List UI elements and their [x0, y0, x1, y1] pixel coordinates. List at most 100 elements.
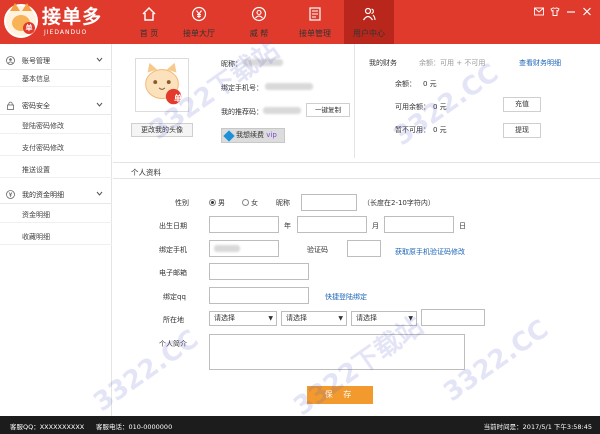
unavailable-label: 暂不可用： [395, 126, 430, 134]
bind-phone-value [214, 245, 240, 252]
profile-section-header: 个人资料 [113, 162, 600, 179]
save-button[interactable]: 保 存 [307, 386, 373, 404]
nav-weibang[interactable]: 威 帮 [234, 0, 284, 44]
vip-renew-button[interactable]: 我想续费 vip [221, 128, 285, 143]
finance-legend: 余额：可用 + 不可用 [419, 59, 486, 67]
nav-order-manage[interactable]: 接单管理 [290, 0, 340, 44]
city-select-value: 请选择 [286, 314, 307, 322]
birthday-label: 出生日期 [159, 222, 187, 230]
envelope-icon[interactable] [534, 7, 544, 16]
finance-detail-link[interactable]: 查看财务明细 [519, 58, 561, 68]
diamond-icon [223, 130, 235, 142]
withdraw-button[interactable]: 提现 [503, 123, 541, 138]
minimize-icon[interactable] [566, 7, 576, 16]
sidebar-item-label: 支付密码修改 [22, 144, 64, 152]
change-avatar-button[interactable]: 更改我的头像 [131, 123, 193, 137]
bio-label: 个人简介 [159, 340, 187, 348]
birth-month-input[interactable] [297, 216, 367, 233]
unavailable-value: 0 元 [433, 126, 447, 134]
finance-panel: 我的财务 余额：可用 + 不可用 查看财务明细 余额： 0 元 可用余额： 0 … [354, 44, 600, 158]
province-select-value: 请选择 [214, 314, 235, 322]
status-bar: 客服QQ：XXXXXXXXXX 客服电话：010-0000000 当前时间是：2… [0, 416, 600, 434]
balance-label: 余额： [395, 80, 416, 88]
close-icon[interactable] [582, 7, 592, 16]
bind-phone-label: 绑定手机 [159, 246, 187, 254]
city-select[interactable]: 请选择 ▼ [281, 311, 347, 326]
section-title: 个人资料 [131, 168, 161, 177]
footer-qq: 客服QQ：XXXXXXXXXX [10, 423, 85, 431]
app-header: 单 接单多 JIEDANDUO 首 页 接单大厅 威 帮 接单管理 用户中心 [0, 0, 600, 44]
year-label: 年 [284, 222, 291, 230]
sidebar-item-favorites[interactable]: 收藏明细 [0, 229, 112, 245]
birth-year-input[interactable] [209, 216, 279, 233]
recharge-button[interactable]: 充值 [503, 97, 541, 112]
referrer-label: 我的推荐码： [221, 108, 263, 116]
referrer-value [263, 107, 301, 114]
email-label: 电子邮箱 [159, 269, 187, 277]
avatar[interactable]: 单 [135, 58, 189, 112]
sidebar-group-account[interactable]: 账号管理 [0, 52, 112, 70]
verify-code-input[interactable] [347, 240, 381, 257]
vip-tag: vip [266, 131, 277, 139]
main-panel: 单 更改我的头像 昵称： 绑定手机号： 我的推荐码： 一键复制 我想续费 vip… [113, 44, 600, 416]
month-label: 月 [372, 222, 379, 230]
footer-time: 当前时间是：2017/5/1 下午3:58:45 [483, 423, 592, 431]
logo-subtext: JIEDANDUO [44, 29, 88, 36]
badge-icon [251, 6, 267, 22]
nav-user-center-label: 用户中心 [353, 29, 385, 38]
available-value: 0 元 [433, 103, 447, 111]
qq-input[interactable] [209, 287, 309, 304]
get-code-link[interactable]: 获取原手机验证码修改 [395, 247, 465, 257]
app-logo: 单 接单多 JIEDANDUO [4, 3, 112, 40]
sidebar-group-funds[interactable]: 我的资金明细 [0, 186, 112, 204]
nav-home-label: 首 页 [139, 29, 159, 38]
dropdown-arrow-icon: ▼ [268, 315, 273, 322]
avatar-badge: 单 [174, 94, 182, 103]
location-label: 所在地 [163, 316, 184, 324]
sidebar-item-label: 收藏明细 [22, 233, 50, 241]
sidebar-item-fund-details[interactable]: 资金明细 [0, 207, 112, 223]
sidebar-item-label: 基本信息 [22, 75, 50, 83]
dropdown-arrow-icon: ▼ [408, 315, 413, 322]
balance-value: 0 元 [423, 80, 437, 88]
sidebar-item-push-settings[interactable]: 推送设置 [0, 162, 112, 178]
sidebar-item-label: 资金明细 [22, 211, 50, 219]
gender-male-radio[interactable] [209, 199, 216, 206]
sidebar-item-basic-info[interactable]: 基本信息 [0, 71, 112, 87]
gender-male-label: 男 [218, 199, 225, 207]
district-select-value: 请选择 [356, 314, 377, 322]
nickname-input[interactable] [301, 194, 357, 211]
bind-qq-label: 绑定qq [163, 293, 186, 301]
phone-label: 绑定手机号： [221, 84, 263, 92]
qq-quick-bind-link[interactable]: 快捷登陆绑定 [325, 292, 367, 302]
verify-code-label: 验证码 [307, 246, 328, 254]
money-icon [6, 190, 15, 199]
sidebar-item-login-password[interactable]: 登陆密码修改 [0, 118, 112, 134]
nav-order-manage-label: 接单管理 [299, 29, 331, 38]
copy-button[interactable]: 一键复制 [306, 103, 350, 117]
email-input[interactable] [209, 263, 309, 280]
district-select[interactable]: 请选择 ▼ [351, 311, 417, 326]
address-input[interactable] [421, 309, 485, 326]
logo-badge: 单 [23, 22, 35, 34]
bio-textarea[interactable] [209, 334, 465, 370]
footer-phone: 客服电话：010-0000000 [96, 423, 173, 431]
sidebar: 账号管理 基本信息 密码安全 登陆密码修改 支付密码修改 推送设置 我的资金明细… [0, 44, 112, 416]
sidebar-group-password[interactable]: 密码安全 [0, 97, 112, 115]
window-controls [534, 7, 594, 17]
nav-user-center[interactable]: 用户中心 [344, 0, 394, 44]
lock-icon [7, 101, 14, 110]
sidebar-item-pay-password[interactable]: 支付密码修改 [0, 140, 112, 156]
nav-order-hall[interactable]: 接单大厅 [174, 0, 224, 44]
skin-icon[interactable] [550, 7, 560, 16]
gender-female-radio[interactable] [242, 199, 249, 206]
nav-home[interactable]: 首 页 [124, 0, 174, 44]
vip-renew-label: 我想续费 [236, 131, 264, 139]
yen-icon [191, 6, 207, 22]
gender-female-label: 女 [251, 199, 258, 207]
sidebar-group-account-label: 账号管理 [22, 57, 50, 65]
bind-phone-input[interactable] [209, 240, 279, 257]
birth-day-input[interactable] [384, 216, 454, 233]
home-icon [142, 7, 156, 21]
province-select[interactable]: 请选择 ▼ [209, 311, 277, 326]
